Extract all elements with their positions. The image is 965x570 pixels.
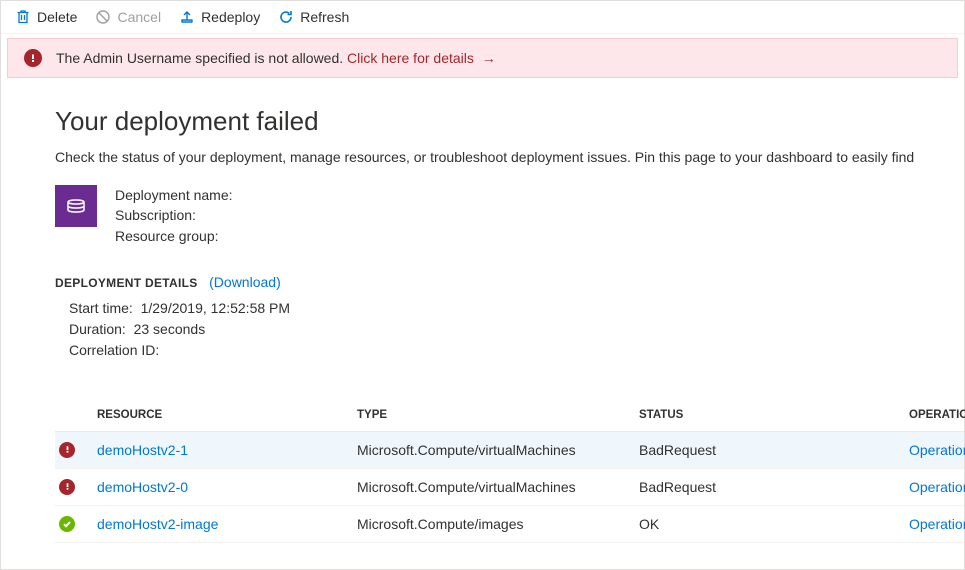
redeploy-icon xyxy=(179,9,195,25)
refresh-label: Refresh xyxy=(300,9,349,25)
refresh-icon xyxy=(278,9,294,25)
delete-button[interactable]: Delete xyxy=(15,9,77,25)
cancel-icon xyxy=(95,9,111,25)
download-link[interactable]: (Download) xyxy=(201,275,281,290)
redeploy-label: Redeploy xyxy=(201,9,260,25)
delete-label: Delete xyxy=(37,9,77,25)
redeploy-button[interactable]: Redeploy xyxy=(179,9,260,25)
details-section: DEPLOYMENT DETAILS (Download) Start time… xyxy=(55,274,964,361)
operation-details-link[interactable]: Operation d xyxy=(909,442,965,458)
error-status-icon xyxy=(59,479,75,495)
deployment-icon xyxy=(55,185,97,227)
col-operation: Operation d xyxy=(909,409,965,421)
main-content: Your deployment failed Check the status … xyxy=(1,78,964,543)
resource-type: Microsoft.Compute/images xyxy=(357,516,639,532)
resource-link[interactable]: demoHostv2-1 xyxy=(97,442,357,458)
col-status: Status xyxy=(639,409,909,421)
start-time-label: Start time: xyxy=(69,298,133,319)
resource-link[interactable]: demoHostv2-image xyxy=(97,516,357,532)
meta-resource-group: Resource group: xyxy=(115,226,233,246)
resource-status: BadRequest xyxy=(639,479,909,495)
error-status-icon xyxy=(59,442,75,458)
meta-subscription: Subscription: xyxy=(115,205,233,225)
success-status-icon xyxy=(59,516,75,532)
resource-type: Microsoft.Compute/virtualMachines xyxy=(357,479,639,495)
error-alert: The Admin Username specified is not allo… xyxy=(7,38,958,78)
start-time-value: 1/29/2019, 12:52:58 PM xyxy=(141,300,290,316)
alert-text: The Admin Username specified is not allo… xyxy=(56,50,496,66)
alert-details-link[interactable]: Click here for details → xyxy=(347,50,496,66)
deployment-meta: Deployment name: Subscription: Resource … xyxy=(55,185,964,246)
refresh-button[interactable]: Refresh xyxy=(278,9,349,25)
col-type: Type xyxy=(357,409,639,421)
operation-details-link[interactable]: Operation d xyxy=(909,516,965,532)
toolbar: Delete Cancel Redeploy Refresh xyxy=(1,1,964,34)
resource-type: Microsoft.Compute/virtualMachines xyxy=(357,442,639,458)
duration-value: 23 seconds xyxy=(134,321,206,337)
deployment-meta-text: Deployment name: Subscription: Resource … xyxy=(115,185,233,246)
resource-link[interactable]: demoHostv2-0 xyxy=(97,479,357,495)
resource-status: OK xyxy=(639,516,909,532)
table-header: Resource Type Status Operation d xyxy=(55,399,964,432)
resource-status: BadRequest xyxy=(639,442,909,458)
table-row[interactable]: demoHostv2-0 Microsoft.Compute/virtualMa… xyxy=(55,469,964,506)
resource-table: Resource Type Status Operation d demoHos… xyxy=(55,399,964,543)
col-resource: Resource xyxy=(97,409,357,421)
page-title: Your deployment failed xyxy=(55,106,964,137)
error-badge-icon xyxy=(24,49,42,67)
table-row[interactable]: demoHostv2-1 Microsoft.Compute/virtualMa… xyxy=(55,432,964,469)
cancel-button: Cancel xyxy=(95,9,161,25)
arrow-right-icon: → xyxy=(478,50,496,66)
page-description: Check the status of your deployment, man… xyxy=(55,149,964,165)
meta-deployment-name: Deployment name: xyxy=(115,185,233,205)
operation-details-link[interactable]: Operation d xyxy=(909,479,965,495)
trash-icon xyxy=(15,9,31,25)
correlation-label: Correlation ID: xyxy=(69,340,159,361)
cancel-label: Cancel xyxy=(117,9,161,25)
details-list: Start time: 1/29/2019, 12:52:58 PM Durat… xyxy=(69,298,964,361)
details-header: DEPLOYMENT DETAILS xyxy=(55,276,198,290)
table-row[interactable]: demoHostv2-image Microsoft.Compute/image… xyxy=(55,506,964,543)
duration-label: Duration: xyxy=(69,319,126,340)
